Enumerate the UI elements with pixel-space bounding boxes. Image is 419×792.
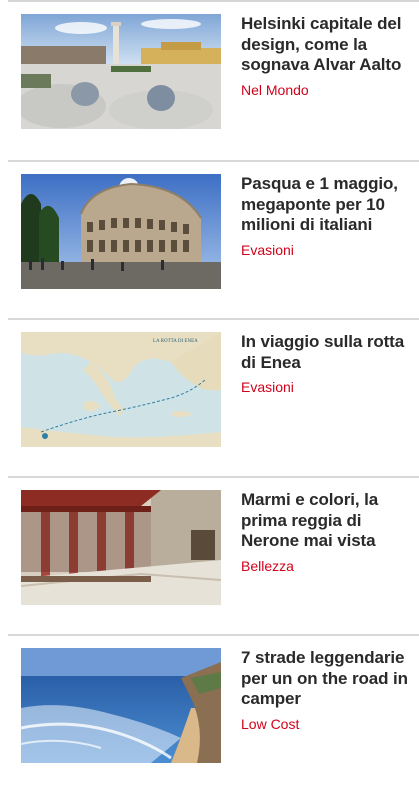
article-item: 7 strade leggendarie per un on the road …: [8, 634, 419, 792]
article-thumbnail-colosseum[interactable]: [21, 174, 221, 289]
article-thumbnail-helsinki[interactable]: [21, 14, 221, 129]
article-text: Marmi e colori, la prima reggia di Neron…: [241, 490, 411, 575]
article-item: LA ROTTA DI ENEA In viaggio sulla rotta …: [8, 318, 419, 476]
mediterranean-map-image: LA ROTTA DI ENEA: [21, 332, 221, 447]
helsinki-square-photo: [21, 14, 221, 129]
article-category[interactable]: Nel Mondo: [241, 82, 411, 99]
article-title[interactable]: Marmi e colori, la prima reggia di Neron…: [241, 490, 411, 552]
article-category[interactable]: Evasioni: [241, 379, 411, 396]
article-title[interactable]: Pasqua e 1 maggio, megaponte per 10 mili…: [241, 174, 411, 236]
article-thumbnail-nerone[interactable]: [21, 490, 221, 605]
article-title[interactable]: 7 strade leggendarie per un on the road …: [241, 648, 411, 710]
article-item: Pasqua e 1 maggio, megaponte per 10 mili…: [8, 160, 419, 318]
coastal-road-photo: [21, 648, 221, 763]
article-text: In viaggio sulla rotta di Enea Evasioni: [241, 332, 411, 396]
article-item: Helsinki capitale del design, come la so…: [0, 2, 419, 160]
map-caption: LA ROTTA DI ENEA: [153, 339, 198, 344]
article-text: Helsinki capitale del design, come la so…: [241, 14, 411, 99]
roman-palace-reconstruction-image: [21, 490, 221, 605]
article-category[interactable]: Low Cost: [241, 716, 411, 733]
colosseum-photo: [21, 174, 221, 289]
article-thumbnail-enea-map[interactable]: LA ROTTA DI ENEA: [21, 332, 221, 447]
article-category[interactable]: Bellezza: [241, 558, 411, 575]
article-category[interactable]: Evasioni: [241, 242, 411, 259]
article-text: 7 strade leggendarie per un on the road …: [241, 648, 411, 733]
article-title[interactable]: In viaggio sulla rotta di Enea: [241, 332, 411, 373]
article-title[interactable]: Helsinki capitale del design, come la so…: [241, 14, 411, 76]
article-item: Marmi e colori, la prima reggia di Neron…: [8, 476, 419, 634]
article-thumbnail-strade[interactable]: [21, 648, 221, 763]
article-text: Pasqua e 1 maggio, megaponte per 10 mili…: [241, 174, 411, 259]
article-list: Helsinki capitale del design, come la so…: [0, 2, 419, 792]
